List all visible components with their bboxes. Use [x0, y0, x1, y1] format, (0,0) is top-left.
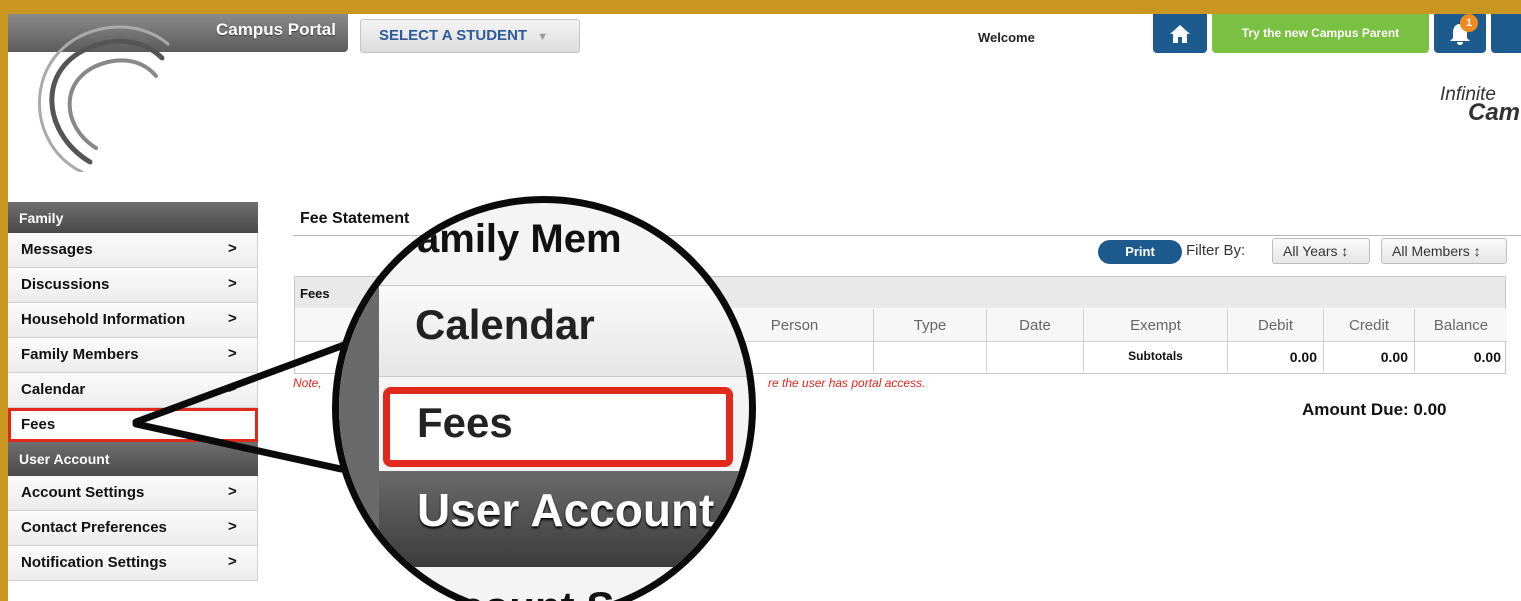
lens-sidebar-edge — [339, 203, 379, 601]
sidebar-section-user-account: User Account — [8, 442, 258, 476]
home-icon — [1170, 24, 1190, 43]
lens-user-account-text: User Account — [417, 484, 715, 536]
sidebar-item-messages[interactable]: Messages > — [8, 233, 258, 268]
sidebar-item-calendar[interactable]: Calendar > — [8, 373, 258, 408]
note-text-end: re the user has portal access. — [768, 376, 926, 390]
sidebar-item-label: Messages — [21, 241, 93, 258]
sidebar-section-family: Family — [8, 202, 258, 233]
sidebar-item-account-settings[interactable]: Account Settings > — [8, 476, 258, 511]
sidebar-item-label: Contact Preferences — [21, 519, 167, 536]
sidebar-item-label: Calendar — [21, 381, 86, 398]
infinite-campus-logo: Infinite Cam — [1440, 85, 1521, 126]
column-header-credit: Credit — [1323, 309, 1414, 342]
subtotal-debit: 0.00 — [1227, 342, 1323, 372]
student-selector[interactable]: SELECT A STUDENT ▼ — [360, 19, 580, 53]
portal-window: Campus Portal SELECT A STUDENT ▼ Welcome … — [8, 14, 1521, 601]
lens-account-settings-text: ccount S — [437, 583, 614, 601]
sidebar-item-label: Account Settings — [21, 484, 145, 501]
chevron-down-icon: ▼ — [537, 31, 548, 43]
column-header-exempt: Exempt — [1083, 309, 1227, 342]
chevron-right-icon: > — [228, 483, 237, 500]
sidebar-item-contact-preferences[interactable]: Contact Preferences > — [8, 511, 258, 546]
campus-logo-icon — [38, 25, 170, 172]
sidebar-item-label: Household Information — [21, 311, 186, 328]
print-button[interactable]: Print — [1098, 240, 1182, 264]
magnifier-lens: amily Mem Calendar Fees User Account cco… — [332, 196, 756, 601]
sidebar-item-label: Fees — [21, 416, 56, 433]
sidebar-item-label: Notification Settings — [21, 554, 167, 571]
sidebar-item-family-members[interactable]: Family Members > — [8, 338, 258, 373]
lens-calendar-text: Calendar — [415, 301, 595, 348]
sidebar-item-fees[interactable]: Fees — [8, 408, 258, 442]
filter-years-select[interactable]: All Years ↕ — [1272, 238, 1370, 264]
subtotal-date-cell — [986, 342, 1083, 372]
chevron-right-icon: > — [228, 380, 237, 397]
sidebar-item-label: Discussions — [21, 276, 110, 293]
sidebar-item-household-information[interactable]: Household Information > — [8, 303, 258, 338]
sidebar-item-label: Family Members — [21, 346, 139, 363]
welcome-text: Welcome — [978, 30, 1035, 45]
try-campus-parent-button[interactable]: Try the new Campus Parent — [1212, 14, 1429, 53]
chevron-right-icon: > — [228, 240, 237, 257]
column-header-balance: Balance — [1414, 309, 1507, 342]
column-header-date: Date — [986, 309, 1083, 342]
notification-count-badge: 1 — [1460, 14, 1478, 32]
subtotals-label: Subtotals — [1083, 342, 1227, 372]
sidebar-item-discussions[interactable]: Discussions > — [8, 268, 258, 303]
student-selector-label: SELECT A STUDENT — [379, 27, 528, 44]
account-menu-button[interactable] — [1491, 14, 1521, 53]
column-header-type: Type — [873, 309, 986, 342]
chevron-right-icon: > — [228, 310, 237, 327]
column-header-debit: Debit — [1227, 309, 1323, 342]
sidebar-item-notification-settings[interactable]: Notification Settings > — [8, 546, 258, 581]
lens-fees-text: Fees — [417, 399, 513, 446]
brand-line-2: Cam — [1468, 99, 1521, 126]
chevron-right-icon: > — [228, 275, 237, 292]
filter-label: Filter By: — [1186, 242, 1246, 259]
chevron-right-icon: > — [228, 553, 237, 570]
subtotal-balance: 0.00 — [1414, 342, 1507, 372]
chevron-right-icon: > — [228, 518, 237, 535]
amount-due: Amount Due: 0.00 — [1302, 400, 1447, 419]
filter-members-select[interactable]: All Members ↕ — [1381, 238, 1507, 264]
subtotal-credit: 0.00 — [1323, 342, 1414, 372]
sidebar: Family Messages > Discussions > Household … — [8, 202, 258, 581]
chevron-right-icon: > — [228, 345, 237, 362]
portal-title: Campus Portal — [216, 20, 336, 39]
subtotal-type-cell — [873, 342, 986, 372]
note-text: Note, — [293, 376, 322, 390]
home-button[interactable] — [1153, 14, 1207, 53]
lens-family-members-text: amily Mem — [417, 217, 622, 261]
